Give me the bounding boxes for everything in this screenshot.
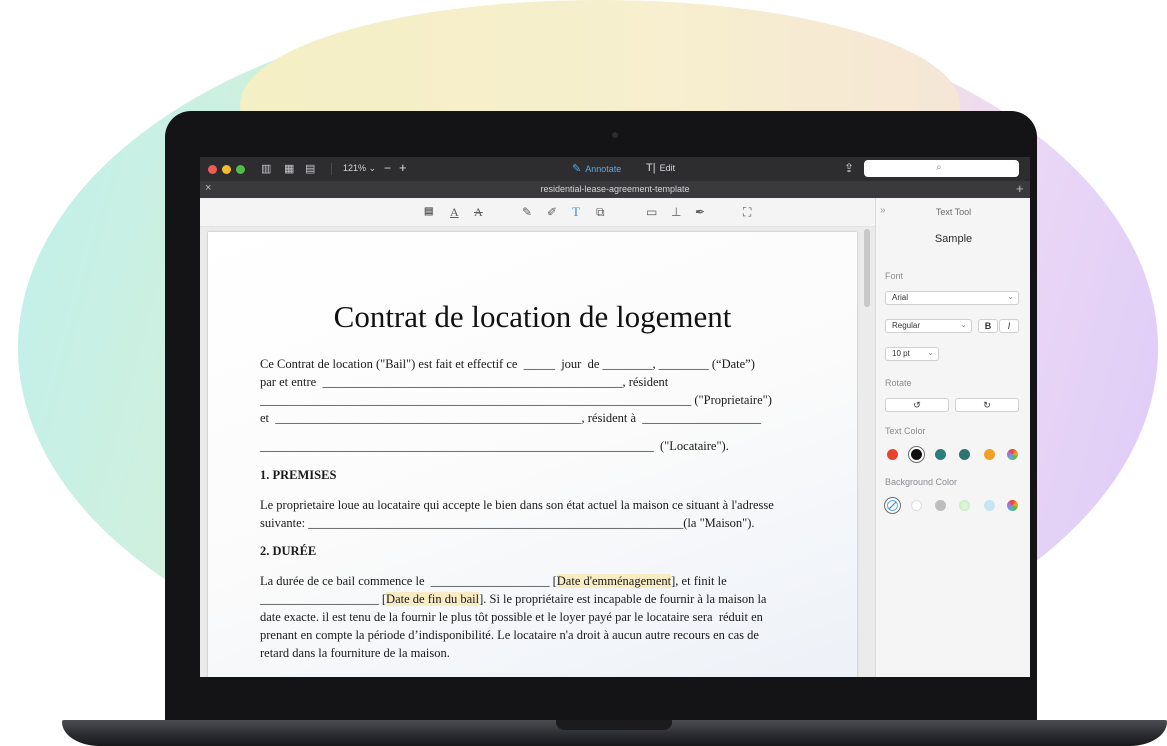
highlighted-text[interactable]: Date d'emménagement — [556, 574, 672, 588]
signature-icon[interactable]: ✒ — [695, 205, 705, 219]
chevron-down-icon: ⌄ — [368, 163, 377, 173]
toolbar-divider — [331, 163, 332, 175]
laptop-notch — [556, 720, 672, 730]
line-text: ], et finit le — [671, 574, 727, 588]
font-style-value: Regular — [892, 321, 921, 330]
text-cursor-icon: T| — [646, 162, 656, 174]
background-color-white[interactable] — [911, 500, 922, 511]
background-color-gray[interactable] — [935, 500, 946, 511]
document-line: ________________________________________… — [260, 439, 729, 453]
close-window-button[interactable] — [208, 165, 217, 174]
note-icon[interactable]: ▭ — [646, 205, 657, 219]
document-line: par et entre ___________________________… — [260, 375, 669, 389]
search-input[interactable]: ⌕ — [864, 160, 1019, 177]
document-line: La durée de ce bail commence le ________… — [260, 574, 727, 589]
search-icon: ⌕ — [936, 162, 942, 173]
zoom-level: 121% — [343, 163, 367, 173]
laptop-bezel — [165, 677, 1037, 721]
text-color-orange[interactable] — [984, 449, 995, 460]
eraser-icon[interactable]: ✐ — [547, 205, 557, 219]
section-heading: 1. PREMISES — [260, 468, 337, 482]
text-color-dark-teal[interactable] — [959, 449, 970, 460]
annotation-toolbar: ▤ A A ✎ ✐ T ⧉ ▭ ⊥ ✒ ⛶ — [200, 198, 875, 227]
edit-label: Edit — [659, 163, 676, 173]
font-select[interactable]: Arial ⌄ — [885, 291, 1019, 305]
text-color-label: Text Color — [885, 426, 926, 436]
text-sample: Sample — [934, 233, 973, 245]
text-box-icon[interactable]: ▤ — [424, 205, 433, 219]
annotate-mode-button[interactable]: ✎ Annotate — [572, 162, 621, 175]
rotate-left-button[interactable]: ↺ — [885, 398, 949, 412]
panel-title: Text Tool — [935, 207, 972, 217]
document-line: et _____________________________________… — [260, 411, 762, 425]
chevron-down-icon: ⌄ — [927, 348, 934, 357]
title-bar: ▥ ▦ ▤ 121% ⌄ − + ✎ Annotate T| Edit ⇪ ⌕ — [200, 157, 1030, 181]
font-label: Font — [885, 271, 904, 281]
rotate-right-button[interactable]: ↻ — [955, 398, 1019, 412]
page-layout-icon[interactable]: ▤ — [305, 163, 315, 175]
font-size-value: 10 pt — [892, 349, 910, 358]
document-line: suivante: ______________________________… — [260, 516, 755, 530]
font-size-select[interactable]: 10 pt ⌄ — [885, 347, 939, 361]
text-style-icon[interactable]: A — [450, 205, 459, 219]
line-text: ]. Si le propriétaire est incapable de f… — [479, 592, 767, 606]
bold-button[interactable]: B — [978, 319, 998, 333]
stamp-icon[interactable]: ⊥ — [671, 205, 681, 219]
chevron-down-icon: ⌄ — [960, 320, 967, 329]
document-line: ___________________ [Date de fin du bail… — [260, 592, 766, 607]
share-icon[interactable]: ⇪ — [844, 161, 854, 175]
italic-button[interactable]: I — [999, 319, 1019, 333]
document-area: Contrat de location de logement Ce Contr… — [200, 227, 875, 677]
add-tab-icon[interactable]: + — [1016, 181, 1024, 196]
document-line: retard dans la fourniture de la maison. — [260, 646, 450, 660]
zoom-window-button[interactable] — [236, 165, 245, 174]
font-value: Arial — [892, 293, 909, 302]
camera — [612, 132, 618, 138]
background-color-none[interactable] — [887, 500, 898, 511]
background-color-blue[interactable] — [984, 500, 995, 511]
tab-title[interactable]: residential-lease-agreement-template — [200, 184, 1030, 194]
minimize-window-button[interactable] — [222, 165, 231, 174]
crop-icon[interactable]: ⛶ — [743, 205, 751, 219]
text-tool-panel: » Text Tool Sample Font Arial ⌄ Regular ⌄ … — [875, 198, 1030, 677]
pen-icon: ✎ — [572, 163, 582, 175]
highlighted-text[interactable]: Date de fin du bail — [386, 592, 480, 606]
text-tool-icon[interactable]: T — [572, 205, 580, 219]
rotate-label: Rotate — [885, 378, 912, 388]
section-heading: 2. DURÉE — [260, 544, 317, 558]
line-text: ___________________ [ — [260, 592, 387, 606]
shape-icon[interactable]: ⧉ — [596, 205, 605, 219]
document-line: prenant en compte la période d’indisponi… — [260, 628, 759, 642]
text-color-red[interactable] — [887, 449, 898, 460]
annotate-label: Annotate — [585, 164, 622, 174]
document-line: date exacte. il est tenu de la fournir l… — [260, 610, 763, 624]
grid-icon[interactable]: ▦ — [284, 163, 294, 175]
edit-mode-button[interactable]: T| Edit — [646, 162, 675, 174]
zoom-dropdown[interactable]: 121% ⌄ — [343, 163, 376, 174]
sidebar-icon[interactable]: ▥ — [261, 163, 271, 175]
document-line: Ce Contrat de location ("Bail") est fait… — [260, 357, 755, 371]
zoom-in-button[interactable]: + — [399, 160, 407, 175]
chevron-down-icon: ⌄ — [1007, 292, 1014, 301]
document-line: ________________________________________… — [260, 393, 772, 407]
tab-bar: × residential-lease-agreement-template + — [200, 181, 1030, 198]
pencil-icon[interactable]: ✎ — [522, 205, 532, 219]
strikethrough-icon[interactable]: A — [474, 205, 483, 219]
no-color-icon — [888, 501, 897, 510]
app-window: ▥ ▦ ▤ 121% ⌄ − + ✎ Annotate T| Edit ⇪ ⌕ × … — [200, 157, 1030, 677]
line-text: La durée de ce bail commence le ________… — [260, 574, 557, 588]
document-scrollbar[interactable] — [864, 229, 870, 307]
text-color-black[interactable] — [911, 449, 922, 460]
background-color-green[interactable] — [959, 500, 970, 511]
document-title: Contrat de location de logement — [333, 299, 732, 334]
font-style-select[interactable]: Regular ⌄ — [885, 319, 972, 333]
document-line: Le proprietaire loue au locataire qui ac… — [260, 498, 774, 512]
zoom-out-button[interactable]: − — [384, 161, 391, 175]
background-color-picker[interactable] — [1007, 500, 1018, 511]
document-page[interactable]: Contrat de location de logement Ce Contr… — [208, 232, 857, 677]
background-color-label: Background Color — [885, 477, 958, 487]
text-color-teal[interactable] — [935, 449, 946, 460]
text-color-picker[interactable] — [1007, 449, 1018, 460]
